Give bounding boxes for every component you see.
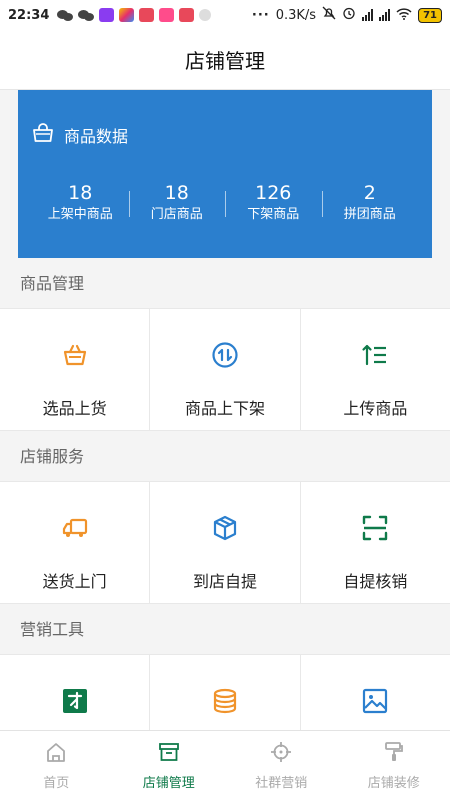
page-title: 店铺管理 (185, 49, 265, 73)
upload-list-icon (361, 341, 389, 373)
bottom-nav: 首页 店铺管理 社群营销 店铺装修 (0, 730, 450, 800)
stat-group-buy[interactable]: 2 拼团商品 (321, 181, 419, 225)
card-header: 商品数据 (32, 90, 418, 180)
nav-store-management[interactable]: 店铺管理 (113, 731, 226, 800)
signal-icon (362, 9, 374, 21)
paint-roller-icon (383, 741, 405, 772)
stat-delisted[interactable]: 126 下架商品 (225, 181, 322, 225)
image-icon (361, 687, 389, 719)
notification-icons (57, 8, 212, 22)
wechat-icon (57, 9, 74, 22)
shopping-bag-icon (32, 123, 64, 147)
home-icon (45, 741, 67, 772)
stat-value: 126 (255, 182, 292, 204)
nav-label: 店铺装修 (367, 775, 420, 791)
nav-label: 社群营销 (255, 775, 308, 791)
database-icon (211, 687, 239, 719)
stat-label: 拼团商品 (343, 207, 396, 222)
section-title-store-services: 店铺服务 (20, 447, 85, 466)
app-notification-icon (119, 8, 135, 22)
upload-products-button[interactable]: 上传商品 (301, 309, 450, 430)
cell-label: 选品上货 (42, 399, 107, 418)
card-title: 商品数据 (64, 127, 129, 146)
basket-icon (61, 341, 89, 373)
wechat-icon (78, 9, 95, 22)
stat-store[interactable]: 18 门店商品 (128, 181, 226, 225)
home-delivery-button[interactable]: 送货上门 (0, 482, 151, 603)
stat-label: 上架中商品 (47, 207, 113, 222)
app-notification-icon (139, 8, 155, 22)
wifi-icon (396, 7, 412, 24)
mute-icon (322, 6, 336, 24)
app-notification-icon (199, 9, 212, 21)
group-buy-icon (61, 687, 89, 719)
main-content[interactable]: 商品数据 18 上架中商品 18 门店商品 126 下架商品 2 拼团商品 商品… (0, 90, 450, 790)
select-products-button[interactable]: 选品上货 (0, 309, 151, 430)
stat-label: 下架商品 (247, 207, 300, 222)
nav-label: 首页 (43, 775, 70, 791)
signal-icon (379, 9, 391, 21)
cell-label: 到店自提 (192, 572, 257, 591)
target-icon (270, 741, 292, 772)
product-data-card: 商品数据 18 上架中商品 18 门店商品 126 下架商品 2 拼团商品 (18, 90, 432, 258)
stat-listed[interactable]: 18 上架中商品 (32, 181, 129, 225)
stat-label: 门店商品 (150, 207, 203, 222)
alarm-icon (342, 6, 356, 24)
network-speed: 0.3K/s (275, 7, 317, 23)
app-notification-icon (179, 8, 195, 22)
app-header: 店铺管理 (0, 30, 450, 90)
cell-label: 送货上门 (42, 572, 107, 591)
store-services-grid: 送货上门 到店自提 自提核销 (0, 481, 450, 604)
cell-label: 上传商品 (343, 399, 408, 418)
stat-value: 18 (68, 182, 93, 204)
cell-label: 商品上下架 (184, 399, 265, 418)
more-notifications-icon: ··· (251, 7, 270, 23)
section-title-marketing-tools: 营销工具 (20, 620, 85, 639)
truck-icon (61, 514, 89, 546)
section-title-product-management: 商品管理 (20, 274, 85, 293)
cell-label: 自提核销 (343, 572, 408, 591)
nav-label: 店铺管理 (142, 775, 195, 791)
stat-value: 18 (164, 182, 189, 204)
battery-icon: 71 (418, 7, 442, 23)
list-delist-button[interactable]: 商品上下架 (150, 309, 301, 430)
updown-circle-icon (211, 341, 239, 373)
app-notification-icon (99, 8, 115, 22)
box-icon (211, 514, 239, 546)
nav-community-marketing[interactable]: 社群营销 (225, 731, 338, 800)
stats-row: 18 上架中商品 18 门店商品 126 下架商品 2 拼团商品 (32, 180, 418, 226)
status-time: 22:34 (8, 7, 50, 23)
nav-home[interactable]: 首页 (0, 731, 113, 800)
nav-store-decoration[interactable]: 店铺装修 (338, 731, 450, 800)
stat-value: 2 (363, 182, 376, 204)
store-icon (158, 741, 180, 772)
pickup-verify-button[interactable]: 自提核销 (301, 482, 450, 603)
store-pickup-button[interactable]: 到店自提 (150, 482, 301, 603)
product-management-grid: 选品上货 商品上下架 上传商品 (0, 308, 450, 431)
status-bar: 22:34 ··· 0.3K/s 71 (0, 0, 450, 30)
scan-icon (361, 514, 389, 546)
app-notification-icon (159, 8, 175, 22)
